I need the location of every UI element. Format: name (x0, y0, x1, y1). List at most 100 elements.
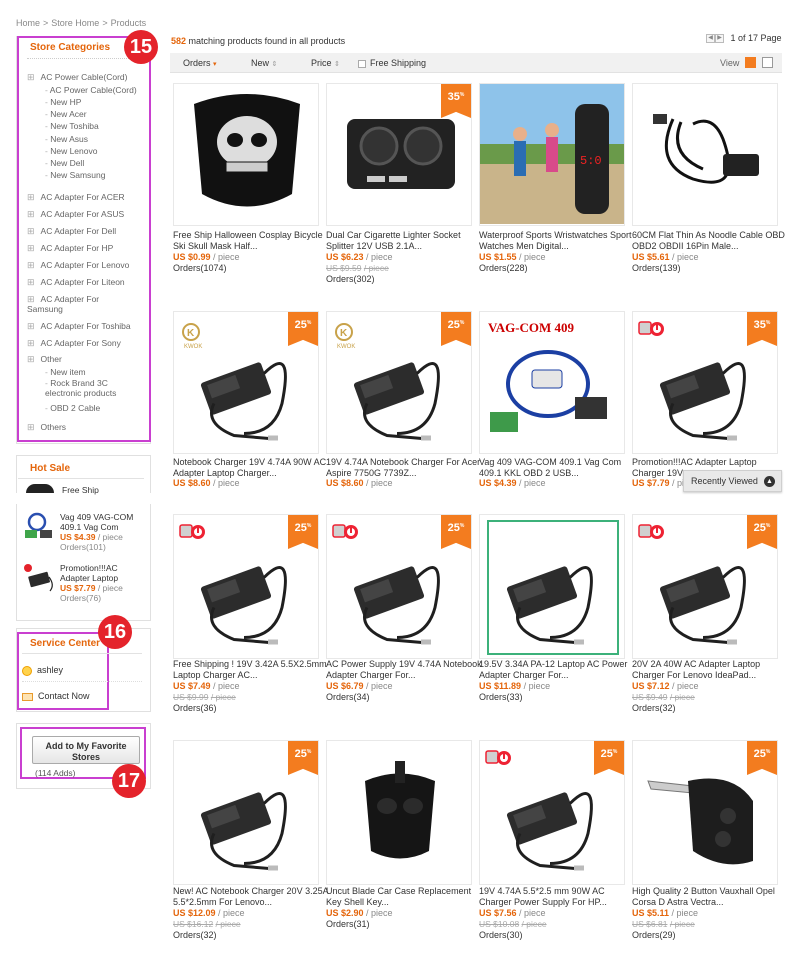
product-title[interactable]: Dual Car Cigarette Lighter Socket Splitt… (326, 230, 482, 251)
product-card[interactable]: 25% 20V 2A 40W AC Adapter Laptop Charger … (632, 514, 778, 713)
product-card[interactable]: 60CM Flat Thin As Noodle Cable OBD OBD2 … (632, 83, 785, 273)
product-card[interactable]: 35% Promotion!!!AC Adapter Laptop Charger… (632, 311, 778, 488)
product-image-box[interactable]: 25% (479, 740, 625, 885)
sort-price[interactable]: Price ⇕ (311, 58, 340, 68)
product-title[interactable]: 19V 4.74A 5.5*2.5 mm 90W AC Charger Powe… (479, 886, 635, 907)
subcategory-item[interactable]: New HP (45, 97, 81, 107)
product-title[interactable]: Uncut Blade Car Case Replacement Key She… (326, 886, 482, 907)
category-item[interactable]: AC Adapter For Sony (27, 338, 121, 348)
product-card[interactable]: 25% 19V 4.74A 5.5*2.5 mm 90W AC Charger P… (479, 740, 625, 940)
prev-page-button[interactable]: ◀ (706, 34, 715, 44)
subcategory-item[interactable]: OBD 2 Cable (45, 403, 100, 413)
product-image[interactable] (327, 741, 472, 885)
subcategory-item[interactable]: Rock Brand 3C electronic products (45, 378, 140, 398)
contact-now-label[interactable]: Contact Now (38, 691, 90, 701)
product-card[interactable]: Free Ship Halloween Cosplay Bicycle Ski … (173, 83, 323, 273)
service-user[interactable]: ashley (37, 665, 63, 675)
product-image-box[interactable] (326, 740, 472, 885)
recently-viewed-label[interactable]: Recently Viewed (691, 476, 758, 486)
product-card[interactable]: 25% High Quality 2 Button Vauxhall Opel C… (632, 740, 778, 940)
product-title[interactable]: 19V 4.74A Notebook Charger For Acer Aspi… (326, 457, 482, 478)
product-image[interactable] (633, 84, 778, 226)
hot-sale-item-title[interactable]: Promotion!!!AC Adapter Laptop (60, 563, 144, 583)
service-user-row[interactable]: ashley (22, 665, 63, 676)
product-card[interactable]: VAG-COM 409 Vag 409 VAG-COM 409.1 Vag Com… (479, 311, 625, 488)
sort-new-label[interactable]: New (251, 58, 269, 68)
breadcrumb-store-home[interactable]: Store Home (51, 18, 99, 28)
product-title[interactable]: 19.5V 3.34A PA-12 Laptop AC Power Adapte… (479, 659, 635, 680)
hot-sale-item-title[interactable]: Vag 409 VAG-COM 409.1 Vag Com (60, 512, 144, 532)
sort-new[interactable]: New ⇕ (251, 58, 277, 68)
product-image-box[interactable] (479, 514, 625, 659)
category-item[interactable]: AC Adapter For ASUS (27, 209, 125, 219)
product-image-box[interactable]: 35% (632, 311, 778, 454)
product-image-box[interactable] (173, 83, 319, 226)
category-item[interactable]: AC Adapter For HP (27, 243, 114, 253)
free-shipping-filter[interactable]: Free Shipping (358, 58, 426, 68)
hot-sale-thumb-2[interactable] (22, 512, 56, 542)
subcategory-item[interactable]: New Acer (45, 109, 86, 119)
product-title[interactable]: Notebook Charger 19V 4.74A 90W AC Adapte… (173, 457, 329, 478)
product-title[interactable]: New! AC Notebook Charger 20V 3.25A 5.5*2… (173, 886, 329, 907)
subcategory-item[interactable]: New Samsung (45, 170, 105, 180)
subcategory-item[interactable]: AC Power Cable(Cord) (45, 85, 137, 95)
sort-orders-label[interactable]: Orders (183, 58, 211, 68)
subcategory-item[interactable]: New Asus (45, 134, 88, 144)
sort-orders[interactable]: Orders ▾ (183, 58, 217, 68)
free-shipping-label[interactable]: Free Shipping (370, 58, 426, 68)
product-title[interactable]: High Quality 2 Button Vauxhall Opel Cors… (632, 886, 788, 907)
product-image-box[interactable]: 25% (173, 740, 319, 885)
product-image-box[interactable]: 25% (326, 514, 472, 659)
product-title[interactable]: 60CM Flat Thin As Noodle Cable OBD OBD2 … (632, 230, 788, 251)
next-page-button[interactable]: ▶ (715, 34, 724, 44)
hot-sale-title-1[interactable]: Free Ship (62, 485, 99, 495)
product-card[interactable]: Uncut Blade Car Case Replacement Key She… (326, 740, 472, 929)
product-title[interactable]: Waterproof Sports Wristwatches Sport Wat… (479, 230, 635, 251)
contact-now-link[interactable]: Contact Now (22, 691, 90, 701)
category-item[interactable]: AC Adapter For Samsung (27, 294, 122, 314)
product-card[interactable]: K KWOK 25% 19V 4.74A Notebook Charger For A… (326, 311, 480, 488)
product-card[interactable]: 35% Dual Car Cigarette Lighter Socket Spl… (326, 83, 472, 284)
category-item[interactable]: AC Adapter For Lenovo (27, 260, 130, 270)
product-image-box[interactable]: 25% (632, 740, 778, 885)
product-title[interactable]: AC Power Supply 19V 4.74A Notebook Adapt… (326, 659, 482, 680)
subcategory-item[interactable]: New Toshiba (45, 121, 99, 131)
product-title[interactable]: Free Shipping ! 19V 3.42A 5.5X2.5mm Lapt… (173, 659, 329, 680)
product-image-box[interactable] (632, 83, 778, 226)
free-shipping-checkbox[interactable] (358, 59, 366, 68)
breadcrumb-home[interactable]: Home (16, 18, 40, 28)
product-card[interactable]: 5:0 Waterproof Sports Wristwatches Sport … (479, 83, 632, 273)
product-card[interactable]: 25% AC Power Supply 19V 4.74A Notebook Ad… (326, 514, 482, 702)
product-image-box[interactable]: 5:0 (479, 83, 625, 226)
product-image-box[interactable]: 35% (326, 83, 472, 226)
product-title[interactable]: Free Ship Halloween Cosplay Bicycle Ski … (173, 230, 329, 251)
hot-sale-thumb-3[interactable] (22, 563, 56, 593)
product-card[interactable]: 25% New! AC Notebook Charger 20V 3.25A 5.… (173, 740, 328, 940)
category-item[interactable]: Others (27, 422, 67, 432)
hot-sale-thumb-1[interactable] (26, 484, 54, 493)
category-item[interactable]: AC Adapter For Toshiba (27, 321, 131, 331)
category-item[interactable]: AC Power Cable(Cord) (27, 72, 128, 82)
product-image-box[interactable]: K KWOK 25% (326, 311, 472, 454)
subcategory-item[interactable]: New item (45, 367, 85, 377)
chevron-up-icon[interactable]: ▲ (764, 476, 775, 487)
subcategory-item[interactable]: New Dell (45, 158, 84, 168)
category-item[interactable]: Other (27, 354, 62, 364)
product-image[interactable] (174, 84, 319, 226)
product-image[interactable]: VAG-COM 409 (480, 312, 625, 454)
add-to-favorite-button[interactable]: Add to My Favorite Stores (32, 736, 140, 764)
product-image-box[interactable]: K KWOK 25% (173, 311, 319, 454)
product-image[interactable]: 5:0 (480, 84, 625, 226)
product-image-box[interactable]: 25% (173, 514, 319, 659)
product-image-box[interactable]: VAG-COM 409 (479, 311, 625, 454)
product-title[interactable]: 20V 2A 40W AC Adapter Laptop Charger For… (632, 659, 788, 680)
product-card[interactable]: K KWOK 25% Notebook Charger 19V 4.74A 90W A… (173, 311, 326, 488)
category-item[interactable]: AC Adapter For Dell (27, 226, 117, 236)
product-image-box[interactable]: 25% (632, 514, 778, 659)
product-card[interactable]: 25% Free Shipping ! 19V 3.42A 5.5X2.5mm L… (173, 514, 327, 713)
category-item[interactable]: AC Adapter For Liteon (27, 277, 125, 287)
sort-price-label[interactable]: Price (311, 58, 332, 68)
list-view-icon[interactable] (762, 57, 773, 68)
product-title[interactable]: Vag 409 VAG-COM 409.1 Vag Com 409.1 KKL … (479, 457, 635, 478)
subcategory-item[interactable]: New Lenovo (45, 146, 97, 156)
